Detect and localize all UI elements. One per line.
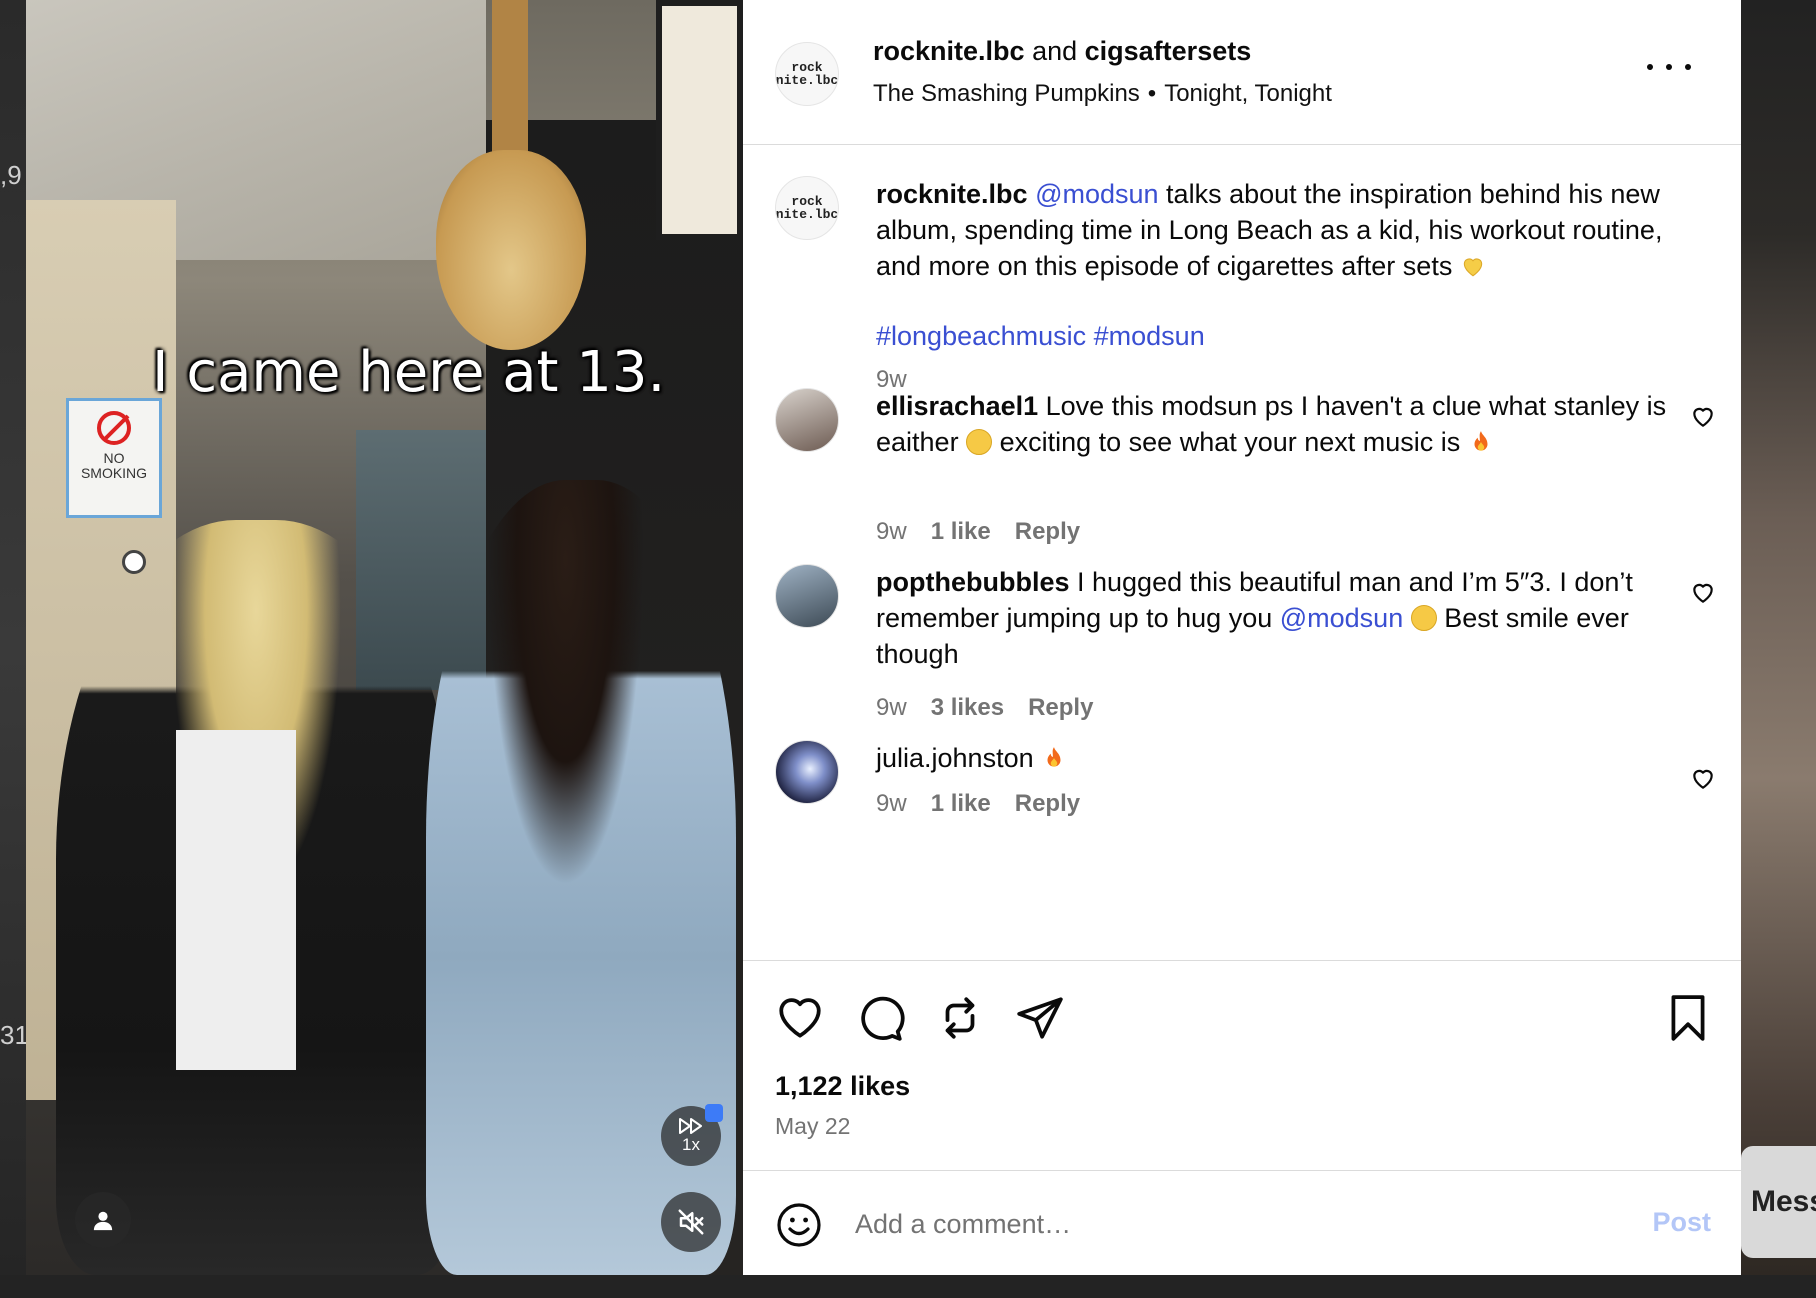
reply-button[interactable]: Reply	[1015, 790, 1080, 818]
fire-icon	[1047, 747, 1061, 767]
comment-meta: 9w 1 like Reply	[876, 790, 1080, 818]
feed-left-number-top: ,9	[0, 160, 22, 190]
post-header: rock nite.lbc rocknite.lbc and cigsafter…	[743, 0, 1741, 145]
comment-meta: 9w 3 likes Reply	[876, 694, 1093, 722]
post-comment-button[interactable]: Post	[1652, 1207, 1711, 1238]
commenter-username[interactable]: julia.johnston	[876, 743, 1034, 773]
playback-speed-button[interactable]: 1x	[661, 1104, 723, 1166]
commenter-avatar[interactable]	[775, 388, 839, 452]
comment-mention[interactable]: @modsun	[1280, 603, 1403, 633]
caption-text: rocknite.lbc @modsun talks about the ins…	[876, 176, 1691, 284]
messages-label: Messages	[1751, 1185, 1816, 1218]
grinning-face-icon	[966, 429, 993, 455]
video-person-left-shirt	[176, 730, 296, 1070]
caption-author-avatar[interactable]: rock nite.lbc	[775, 176, 839, 240]
video-scene-guitar-neck	[492, 0, 528, 170]
bookmark-save-icon[interactable]	[1663, 993, 1713, 1043]
playback-speed-label: 1x	[682, 1135, 700, 1154]
comment-input[interactable]	[855, 1199, 1555, 1249]
commenter-avatar[interactable]	[775, 740, 839, 804]
post-actions: 1,122 likes May 22	[743, 960, 1741, 1170]
feed-left-edge: ,9 31.	[0, 0, 36, 1298]
commenter-username[interactable]: ellisrachael1	[876, 391, 1038, 421]
fire-icon	[1474, 431, 1488, 451]
messages-button[interactable]: Messages	[1741, 1146, 1816, 1258]
author-connector: and	[1032, 36, 1078, 66]
comment-time: 9w	[876, 694, 907, 721]
emoji-picker-icon[interactable]	[775, 1201, 823, 1249]
speed-badge-icon	[705, 1104, 723, 1122]
likes-count[interactable]: 1,122 likes	[775, 1071, 910, 1102]
comment-like-heart-icon[interactable]	[1690, 580, 1716, 606]
commenter-avatar[interactable]	[775, 564, 839, 628]
comment-likes[interactable]: 1 like	[931, 790, 991, 818]
post-authors: rocknite.lbc and cigsaftersets	[873, 36, 1251, 67]
more-dot-icon	[1647, 64, 1653, 70]
yellow-heart-icon	[1463, 258, 1483, 277]
share-send-icon[interactable]	[1015, 993, 1065, 1043]
caption-hashtags: #longbeachmusic #modsun	[876, 318, 1691, 354]
audio-title: Tonight, Tonight	[1164, 80, 1332, 107]
laughing-tears-icon	[1410, 605, 1437, 631]
no-smoking-icon	[97, 411, 131, 445]
tagged-users-button[interactable]	[75, 1192, 131, 1248]
no-smoking-text: NO SMOKING	[80, 450, 148, 481]
comment-likes[interactable]: 1 like	[931, 518, 991, 546]
comment-like-heart-icon[interactable]	[1690, 404, 1716, 430]
author-username[interactable]: rocknite.lbc	[873, 36, 1025, 66]
like-heart-icon[interactable]	[775, 993, 825, 1043]
reply-button[interactable]: Reply	[1015, 518, 1080, 546]
author-avatar-logo: rock nite.lbc	[775, 60, 839, 88]
audio-track[interactable]: The Smashing Pumpkins • Tonight, Tonight	[873, 80, 1332, 108]
comment-meta: 9w 1 like Reply	[876, 518, 1080, 546]
author-avatar[interactable]: rock nite.lbc	[775, 42, 839, 106]
reel-video[interactable]: NO SMOKING I came here at 13.	[26, 0, 743, 1275]
more-dot-icon	[1685, 64, 1691, 70]
feed-bottom-edge	[0, 1275, 1816, 1298]
repost-icon[interactable]	[935, 993, 985, 1043]
comments-list[interactable]: rock nite.lbc rocknite.lbc @modsun talks…	[743, 146, 1741, 960]
audio-artist: The Smashing Pumpkins	[873, 80, 1140, 107]
more-dot-icon	[1666, 64, 1672, 70]
no-smoking-sign: NO SMOKING	[66, 398, 162, 518]
caption-username[interactable]: rocknite.lbc	[876, 179, 1028, 209]
more-options-button[interactable]	[1647, 55, 1691, 79]
mute-button[interactable]	[661, 1192, 721, 1252]
collaborator-username[interactable]: cigsaftersets	[1085, 36, 1252, 66]
post-details-panel: rock nite.lbc rocknite.lbc and cigsafter…	[743, 0, 1741, 1275]
commenter-username[interactable]: popthebubbles	[876, 567, 1069, 597]
caption-mention[interactable]: @modsun	[1035, 179, 1158, 209]
comment-text: julia.johnston	[876, 740, 1691, 776]
comment-like-heart-icon[interactable]	[1690, 766, 1716, 792]
comment-likes[interactable]: 3 likes	[931, 694, 1004, 722]
fast-forward-icon	[679, 1118, 702, 1134]
comment-time: 9w	[876, 518, 907, 545]
comment-text: ellisrachael1 Love this modsun ps I have…	[876, 388, 1691, 460]
comment-time: 9w	[876, 790, 907, 817]
add-comment-bar: Post	[743, 1170, 1741, 1275]
video-scene-guitar	[436, 150, 586, 350]
video-scene-poster	[656, 0, 743, 240]
comment-text: popthebubbles I hugged this beautiful ma…	[876, 564, 1691, 672]
feed-right-edge	[1741, 0, 1816, 1298]
caption-avatar-logo: rock nite.lbc	[775, 194, 839, 222]
speaker-muted-icon	[678, 1209, 704, 1235]
comment-bubble-icon[interactable]	[855, 993, 905, 1043]
video-caption: I came here at 13.	[152, 340, 666, 405]
user-silhouette-icon	[93, 1211, 113, 1231]
hashtag-links[interactable]: #longbeachmusic #modsun	[876, 321, 1205, 351]
separator-dot: •	[1147, 80, 1157, 107]
post-date: May 22	[775, 1113, 851, 1139]
video-person-left	[56, 520, 456, 1275]
comment-body-continued: exciting to see what your next music is	[999, 427, 1461, 457]
reply-button[interactable]: Reply	[1028, 694, 1093, 722]
